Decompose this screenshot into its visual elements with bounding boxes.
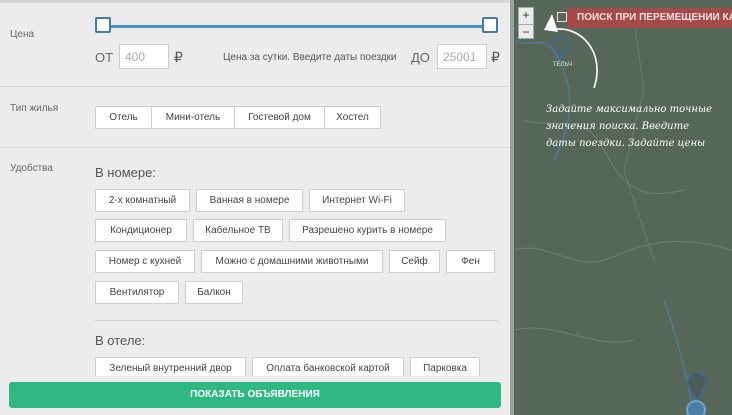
price-to-label: ДО bbox=[411, 50, 430, 65]
zoom-in-button[interactable]: + bbox=[519, 8, 533, 23]
amenity-hairdryer[interactable]: Фен bbox=[446, 250, 495, 273]
amenity-air-conditioner[interactable]: Кондиционер bbox=[95, 219, 187, 242]
amenity-wifi[interactable]: Интернет Wi-Fi bbox=[309, 189, 405, 212]
housing-option-hostel[interactable]: Хостел bbox=[324, 106, 381, 129]
amenity-kitchen[interactable]: Номер с кухней bbox=[95, 250, 195, 273]
top-border bbox=[0, 0, 510, 3]
amenity-balcony[interactable]: Балкон bbox=[185, 281, 243, 304]
divider bbox=[0, 86, 510, 87]
zoom-out-button[interactable]: − bbox=[519, 24, 533, 39]
filter-panel: Цена ОТ ₽ Цена за сутки. Введите даты по… bbox=[0, 0, 510, 415]
arrow-icon bbox=[544, 14, 598, 88]
ruble-icon: ₽ bbox=[491, 49, 500, 65]
amenity-pets-allowed[interactable]: Можно с домашними животными bbox=[201, 250, 383, 273]
sub-divider bbox=[95, 320, 498, 321]
map-hint-text: Задайте максимально точные значения поис… bbox=[546, 104, 713, 149]
price-slider-max-handle[interactable] bbox=[482, 17, 498, 33]
housing-option-mini-hotel[interactable]: Мини-отель bbox=[151, 106, 235, 129]
price-from-label: ОТ bbox=[95, 50, 114, 65]
zoom-control: + − bbox=[518, 7, 534, 39]
price-note: Цена за сутки. Введите даты поездки bbox=[223, 52, 397, 63]
price-slider-track[interactable] bbox=[103, 25, 490, 28]
price-to-input[interactable] bbox=[437, 44, 487, 69]
hotel-amenities-title: В отеле: bbox=[95, 333, 146, 348]
amenity-fan[interactable]: Вентилятор bbox=[95, 281, 179, 304]
amenity-bathroom[interactable]: Ванная в номере bbox=[196, 189, 303, 212]
show-listings-button[interactable]: ПОКАЗАТЬ ОБЪЯВЛЕНИЯ bbox=[9, 382, 501, 408]
amenities-section-label: Удобства bbox=[10, 163, 53, 174]
housing-option-hotel[interactable]: Отель bbox=[95, 106, 152, 129]
price-slider-min-handle[interactable] bbox=[95, 17, 111, 33]
map-pin-icon[interactable] bbox=[676, 398, 716, 415]
map-town-label: ТЕЛЬЧ bbox=[553, 62, 573, 68]
price-section-label: Цена bbox=[10, 29, 35, 40]
housing-section-label: Тип жилья bbox=[10, 103, 59, 114]
amenity-safe[interactable]: Сейф bbox=[389, 250, 440, 273]
housing-option-guest-house[interactable]: Гостевой дом bbox=[234, 106, 325, 129]
amenity-smoking-allowed[interactable]: Разрешено курить в номере bbox=[289, 219, 446, 242]
price-from-input[interactable] bbox=[119, 44, 169, 69]
map-pin-icon[interactable] bbox=[553, 36, 569, 60]
ruble-icon: ₽ bbox=[174, 49, 183, 65]
amenity-cable-tv[interactable]: Кабельное ТВ bbox=[193, 219, 283, 242]
amenity-two-room[interactable]: 2-х комнатный bbox=[95, 189, 190, 212]
divider bbox=[0, 147, 510, 148]
room-amenities-title: В номере: bbox=[95, 165, 156, 180]
